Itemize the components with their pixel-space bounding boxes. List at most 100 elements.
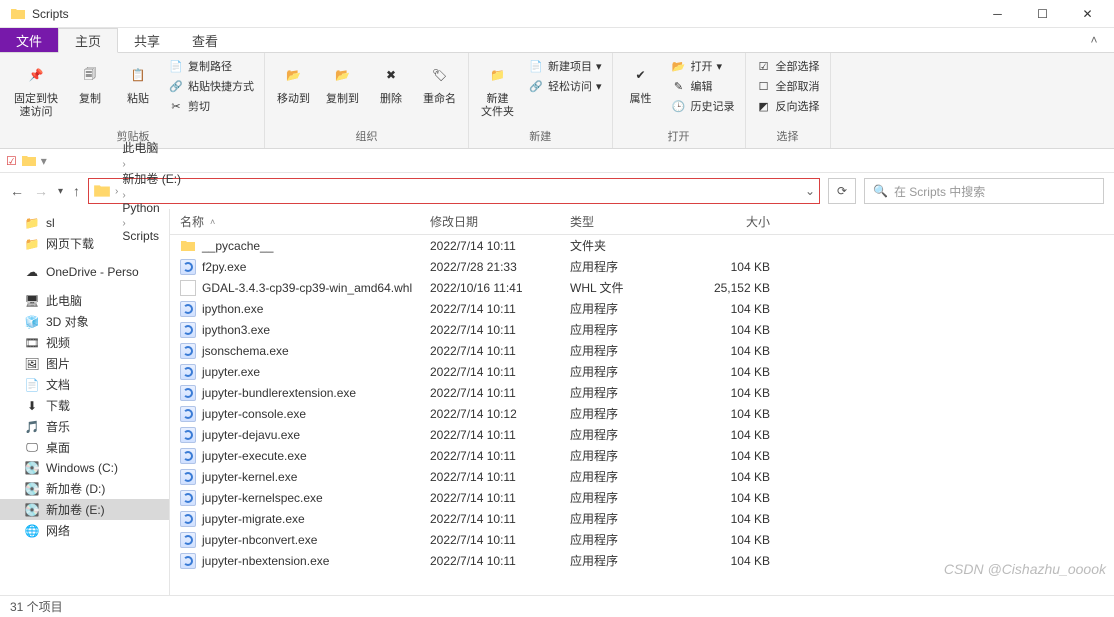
paste-shortcut-button[interactable]: 🔗粘贴快捷方式 xyxy=(166,77,256,95)
tree-item[interactable]: ☁OneDrive - Perso xyxy=(0,262,169,282)
tree-item[interactable]: 💽新加卷 (D:) xyxy=(0,478,169,499)
chevron-right-icon[interactable]: › xyxy=(122,159,125,170)
tab-share[interactable]: 共享 xyxy=(118,28,176,52)
close-button[interactable]: ✕ xyxy=(1065,0,1110,28)
tree-item[interactable]: 🖵桌面 xyxy=(0,437,169,458)
breadcrumb-item[interactable]: 此电脑 xyxy=(122,139,181,156)
tree-item[interactable]: 📄文档 xyxy=(0,374,169,395)
search-input[interactable]: 🔍 在 Scripts 中搜索 xyxy=(864,178,1104,204)
desktop-icon: 🖵 xyxy=(24,440,40,456)
new-folder-button[interactable]: 📁新建文件夹 xyxy=(475,55,520,123)
file-row[interactable]: f2py.exe2022/7/28 21:33应用程序104 KB xyxy=(170,256,1114,277)
tab-view[interactable]: 查看 xyxy=(176,28,234,52)
sort-indicator-icon: ˄ xyxy=(210,217,215,227)
select-all-button[interactable]: ☑全部选择 xyxy=(754,57,822,75)
tree-item[interactable]: 🖼图片 xyxy=(0,353,169,374)
edit-button[interactable]: ✎编辑 xyxy=(669,77,737,95)
chevron-right-icon[interactable]: › xyxy=(115,186,118,197)
refresh-button[interactable]: ⟳ xyxy=(828,178,856,204)
tree-item[interactable]: 💽新加卷 (E:) xyxy=(0,499,169,520)
col-name[interactable]: 名称 xyxy=(180,213,204,230)
history-icon: 🕒 xyxy=(671,98,687,114)
rename-button[interactable]: 🏷重命名 xyxy=(417,55,462,110)
forward-button[interactable]: → xyxy=(34,183,48,199)
back-button[interactable]: ← xyxy=(10,183,24,199)
copy-button[interactable]: 🗐 复制 xyxy=(68,55,112,110)
shortcut-icon: 🔗 xyxy=(168,78,184,94)
move-icon: 📂 xyxy=(278,59,310,91)
file-row[interactable]: ipython.exe2022/7/14 10:11应用程序104 KB xyxy=(170,298,1114,319)
chevron-right-icon[interactable]: › xyxy=(122,218,125,229)
file-row[interactable]: GDAL-3.4.3-cp39-cp39-win_amd64.whl2022/1… xyxy=(170,277,1114,298)
cut-button[interactable]: ✂剪切 xyxy=(166,97,256,115)
maximize-button[interactable]: ☐ xyxy=(1020,0,1065,28)
downloads-icon: ⬇ xyxy=(24,398,40,414)
file-row[interactable]: jupyter-execute.exe2022/7/14 10:11应用程序10… xyxy=(170,445,1114,466)
music-icon: 🎵 xyxy=(24,419,40,435)
address-dropdown-button[interactable]: ⌄ xyxy=(805,184,815,198)
file-row[interactable]: jupyter-kernelspec.exe2022/7/14 10:11应用程… xyxy=(170,487,1114,508)
tree-item[interactable]: 🌐网络 xyxy=(0,520,169,541)
up-button[interactable]: ↑ xyxy=(73,183,80,199)
nav-tree[interactable]: 📁sl📁网页下载☁OneDrive - Perso🖥此电脑🧊3D 对象🎞视频🖼图… xyxy=(0,209,170,595)
chevron-right-icon[interactable]: › xyxy=(122,190,125,201)
col-size[interactable]: 大小 xyxy=(690,213,790,230)
select-none-button[interactable]: ☐全部取消 xyxy=(754,77,822,95)
tree-item[interactable]: 💽Windows (C:) xyxy=(0,458,169,478)
address-bar-row: ← → ▾ ↑ › 此电脑 › 新加卷 (E:) › Python › Scri… xyxy=(0,173,1114,209)
file-row[interactable]: jsonschema.exe2022/7/14 10:11应用程序104 KB xyxy=(170,340,1114,361)
file-row[interactable]: jupyter-bundlerextension.exe2022/7/14 10… xyxy=(170,382,1114,403)
pin-quick-access-button[interactable]: 📌 固定到快速访问 xyxy=(8,55,64,123)
select-all-icon: ☑ xyxy=(756,58,772,74)
tree-item[interactable]: ⬇下载 xyxy=(0,395,169,416)
new-item-button[interactable]: 📄新建项目 ▾ xyxy=(526,57,604,75)
file-row[interactable]: jupyter-nbextension.exe2022/7/14 10:11应用… xyxy=(170,550,1114,571)
recent-locations-button[interactable]: ▾ xyxy=(58,186,63,197)
file-row[interactable]: jupyter-migrate.exe2022/7/14 10:11应用程序10… xyxy=(170,508,1114,529)
folder-icon: 📁 xyxy=(24,215,40,231)
tab-file[interactable]: 文件 xyxy=(0,28,58,52)
minimize-button[interactable]: ─ xyxy=(975,0,1020,28)
copy-to-button[interactable]: 📂复制到 xyxy=(320,55,365,110)
pc-icon: 🖥 xyxy=(24,293,40,309)
col-date[interactable]: 修改日期 xyxy=(430,213,570,230)
tree-item[interactable]: 🖥此电脑 xyxy=(0,290,169,311)
file-row[interactable]: jupyter.exe2022/7/14 10:11应用程序104 KB xyxy=(170,361,1114,382)
file-row[interactable]: jupyter-console.exe2022/7/14 10:12应用程序10… xyxy=(170,403,1114,424)
folder-icon xyxy=(93,182,111,200)
breadcrumb-item[interactable]: 新加卷 (E:) xyxy=(122,170,181,187)
qat-dropdown[interactable]: ▾ xyxy=(41,154,47,168)
open-button[interactable]: 📂打开 ▾ xyxy=(669,57,737,75)
paste-icon: 📋 xyxy=(122,59,154,91)
easy-access-button[interactable]: 🔗轻松访问 ▾ xyxy=(526,77,604,95)
file-row[interactable]: __pycache__2022/7/14 10:11文件夹 xyxy=(170,235,1114,256)
file-row[interactable]: jupyter-nbconvert.exe2022/7/14 10:11应用程序… xyxy=(170,529,1114,550)
col-type[interactable]: 类型 xyxy=(570,213,690,230)
tree-item[interactable]: 🎵音乐 xyxy=(0,416,169,437)
new-folder-icon: 📁 xyxy=(482,59,514,91)
file-list[interactable]: 名称 ˄ 修改日期 类型 大小 __pycache__2022/7/14 10:… xyxy=(170,209,1114,595)
address-bar[interactable]: › 此电脑 › 新加卷 (E:) › Python › Scripts ⌄ xyxy=(88,178,820,204)
invert-selection-button[interactable]: ◩反向选择 xyxy=(754,97,822,115)
easy-access-icon: 🔗 xyxy=(528,78,544,94)
file-row[interactable]: jupyter-kernel.exe2022/7/14 10:11应用程序104… xyxy=(170,466,1114,487)
tree-item[interactable]: 🧊3D 对象 xyxy=(0,311,169,332)
file-row[interactable]: jupyter-dejavu.exe2022/7/14 10:11应用程序104… xyxy=(170,424,1114,445)
list-header[interactable]: 名称 ˄ 修改日期 类型 大小 xyxy=(170,209,1114,235)
copy-path-button[interactable]: 📄复制路径 xyxy=(166,57,256,75)
properties-button[interactable]: ✔属性 xyxy=(619,55,663,110)
copy-icon: 🗐 xyxy=(74,59,106,91)
file-row[interactable]: ipython3.exe2022/7/14 10:11应用程序104 KB xyxy=(170,319,1114,340)
tab-home[interactable]: 主页 xyxy=(58,28,118,53)
delete-button[interactable]: ✖删除 xyxy=(369,55,413,110)
folder-icon: 📁 xyxy=(24,236,40,252)
group-organize: 📂移动到 📂复制到 ✖删除 🏷重命名 组织 xyxy=(265,53,469,148)
tree-item[interactable]: 🎞视频 xyxy=(0,332,169,353)
invert-icon: ◩ xyxy=(756,98,772,114)
pictures-icon: 🖼 xyxy=(24,356,40,372)
move-to-button[interactable]: 📂移动到 xyxy=(271,55,316,110)
qat-checkbox-icon[interactable]: ☑ xyxy=(6,154,17,168)
history-button[interactable]: 🕒历史记录 xyxy=(669,97,737,115)
paste-button[interactable]: 📋 粘贴 xyxy=(116,55,160,110)
ribbon-collapse-button[interactable]: ˄ xyxy=(1074,28,1114,52)
